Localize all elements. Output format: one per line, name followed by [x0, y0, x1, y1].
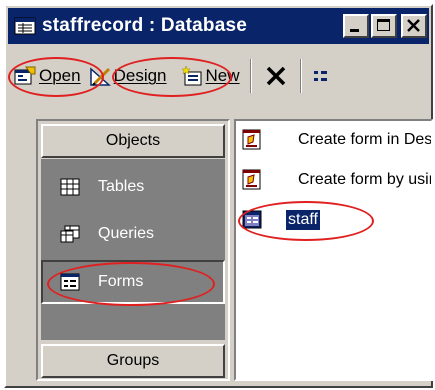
database-window: staffrecord : Database Open Design New O… — [4, 4, 433, 388]
toolbar-separator — [249, 59, 252, 93]
groups-button[interactable]: Groups — [41, 344, 225, 378]
window-title: staffrecord : Database — [42, 15, 248, 36]
close-icon — [407, 19, 420, 32]
large-icons-view-icon — [313, 71, 327, 81]
delete-x-icon — [266, 66, 285, 86]
object-list-pane: Create form in Design view Create form b… — [234, 119, 433, 381]
create-form-wizard-icon — [242, 129, 264, 151]
title-bar[interactable]: staffrecord : Database — [8, 8, 429, 44]
large-icons-button[interactable] — [308, 58, 336, 94]
list-item-label: Create form in Design view — [298, 131, 433, 148]
objects-header-button[interactable]: Objects — [41, 124, 225, 158]
close-button[interactable] — [401, 14, 427, 38]
objects-item-tables[interactable]: Tables — [41, 165, 225, 209]
objects-item-label: Tables — [98, 178, 145, 195]
maximize-icon — [377, 19, 390, 31]
window-controls — [343, 14, 427, 38]
toolbar-separator — [299, 59, 302, 93]
database-toolbar: Open Design New — [8, 50, 429, 102]
annotation-oval-design — [112, 57, 232, 97]
list-item[interactable]: Create form by using wizard — [242, 165, 431, 195]
objects-bar: Objects Tables Queries Forms Groups — [36, 119, 230, 381]
objects-item-label: Queries — [98, 225, 155, 242]
annotation-oval-open — [8, 57, 104, 97]
groups-label: Groups — [106, 352, 160, 369]
maximize-button[interactable] — [371, 14, 397, 38]
minimize-button[interactable] — [343, 14, 369, 38]
list-item-label: Create form by using wizard — [298, 171, 431, 188]
database-window-icon[interactable] — [14, 15, 36, 37]
objects-header-label: Objects — [105, 132, 161, 149]
list-item[interactable]: Create form in Design view — [242, 125, 433, 155]
annotation-oval-forms — [47, 262, 215, 306]
create-form-wizard-icon — [242, 169, 264, 191]
annotation-oval-staff — [238, 201, 374, 241]
table-icon — [60, 178, 80, 196]
minimize-icon — [350, 29, 359, 32]
delete-button[interactable] — [258, 58, 294, 94]
query-icon — [60, 225, 80, 243]
objects-item-queries[interactable]: Queries — [41, 212, 225, 256]
objects-list: Tables Queries Forms — [41, 159, 225, 367]
